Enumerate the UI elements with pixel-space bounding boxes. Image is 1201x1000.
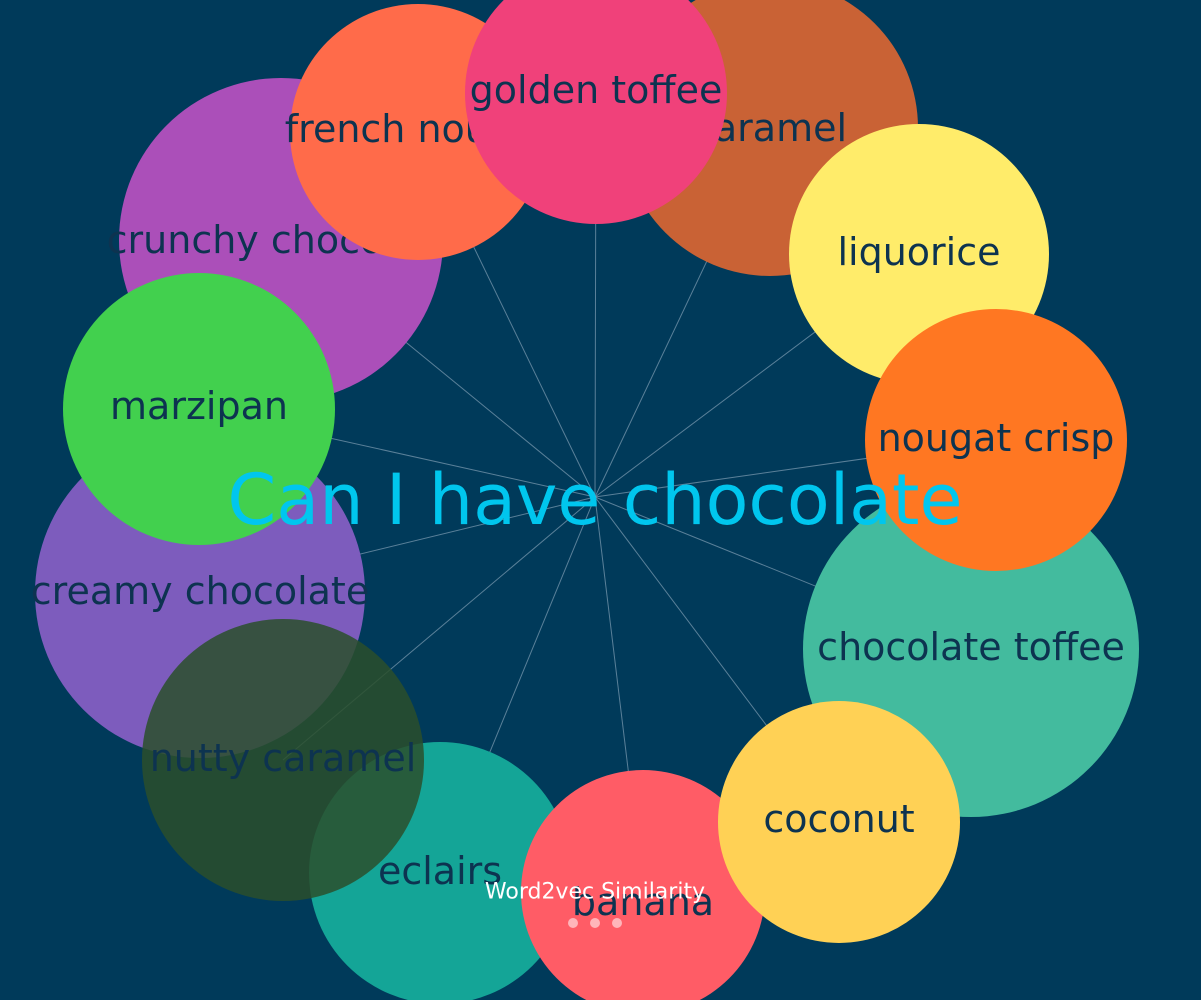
pager-dot-2[interactable] [590,918,600,928]
pager-dot-3[interactable] [612,918,622,928]
bubble-coconut[interactable] [718,701,960,943]
bubble-nutty-caramel[interactable] [142,619,424,901]
word-similarity-diagram: crunchy chocolate caramel french nougat gol… [0,0,1201,1000]
diagram-caption: Word2vec Similarity [484,879,706,905]
center-query-label: Can I have chocolate [227,459,963,541]
pager-dots [568,918,622,928]
pager-dot-1[interactable] [568,918,578,928]
